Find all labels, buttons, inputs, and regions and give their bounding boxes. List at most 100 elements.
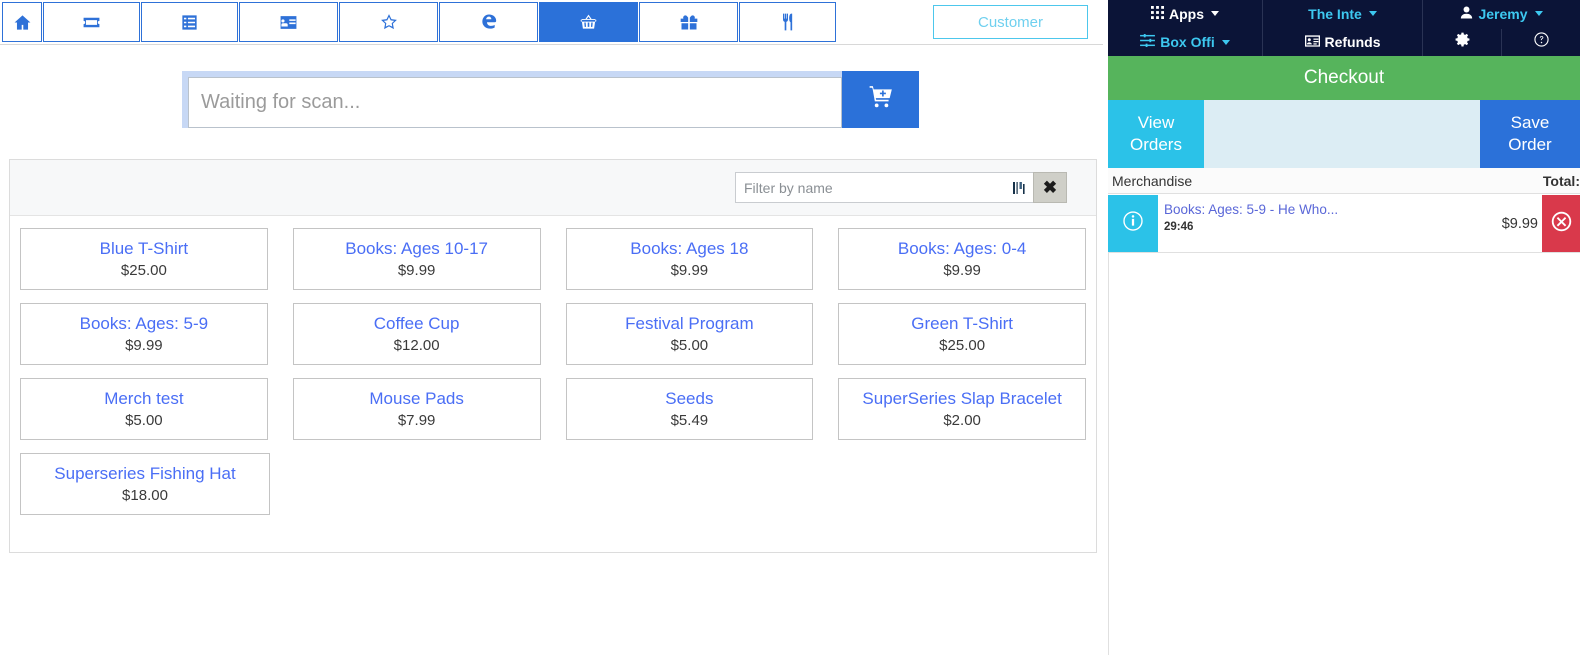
chevron-down-icon: [1534, 11, 1543, 17]
product-tile[interactable]: Seeds $5.49: [565, 378, 814, 440]
remove-item-button[interactable]: [1542, 195, 1580, 252]
barcode-icon[interactable]: [1005, 172, 1033, 203]
pos-main-region: Customer Waiting for scan... Filter by n…: [0, 0, 1108, 655]
product-tile[interactable]: Mouse Pads $7.99: [292, 378, 541, 440]
product-tile-row: Merch test $5.00 Mouse Pads $7.99 Seeds $5.49…: [20, 378, 1086, 440]
utensils-icon: [778, 12, 798, 32]
product-tile[interactable]: Coffee Cup $12.00: [292, 303, 541, 365]
tab-orders[interactable]: [141, 2, 238, 42]
tab-tickets[interactable]: [43, 2, 140, 42]
product-tile-price: $5.49: [670, 412, 709, 429]
user-menu[interactable]: Jeremy: [1423, 0, 1580, 28]
product-tile[interactable]: Books: Ages 18 $9.99: [565, 228, 814, 290]
filter-input[interactable]: [735, 172, 1005, 203]
product-tile[interactable]: Superseries Fishing Hat $18.00: [20, 453, 270, 515]
toolbar-divider: [0, 44, 1103, 45]
product-tile[interactable]: Blue T-Shirt $25.00: [20, 228, 268, 290]
gift-icon: [679, 12, 699, 32]
product-tile[interactable]: Festival Program $5.00: [565, 303, 814, 365]
product-tile-row: Blue T-Shirt $25.00 Books: Ages 10-17 $9.99…: [20, 228, 1086, 290]
cart-item-row: Books: Ages: 5-9 - He Who... 29:46 $9.99: [1108, 195, 1580, 253]
product-tile-name: Merch test: [104, 389, 184, 408]
filter-control: ✖: [735, 172, 1067, 203]
view-orders-label-line2: Orders: [1130, 135, 1182, 154]
checkout-button[interactable]: Checkout: [1108, 56, 1580, 100]
product-tile-name: Blue T-Shirt: [99, 239, 189, 258]
product-tile-name: Green T-Shirt: [911, 314, 1013, 333]
add-to-cart-button[interactable]: [842, 71, 919, 128]
product-tile-name: Superseries Fishing Hat: [54, 464, 236, 483]
organization-label: The Inte: [1308, 5, 1362, 22]
product-tile-price: $9.99: [125, 337, 163, 354]
product-tile[interactable]: Books: Ages: 5-9 $9.99: [20, 303, 268, 365]
product-tile-name: Coffee Cup: [373, 314, 460, 333]
ticket-icon: [82, 13, 101, 32]
product-tile-price: $18.00: [122, 487, 168, 504]
product-tile-row: Superseries Fishing Hat $18.00: [20, 453, 1086, 515]
basket-icon: [578, 12, 599, 33]
product-tile-name: Books: Ages: 5-9: [79, 314, 209, 333]
product-tile-price: $2.00: [943, 412, 981, 429]
organization-menu[interactable]: The Inte: [1263, 0, 1422, 28]
customer-button[interactable]: Customer: [933, 5, 1088, 39]
item-info-button[interactable]: [1108, 195, 1158, 252]
pos-screen: Customer Waiting for scan... Filter by n…: [0, 0, 1580, 655]
product-tile-row: Books: Ages: 5-9 $9.99 Coffee Cup $12.00 Fes…: [20, 303, 1086, 365]
tab-home[interactable]: [2, 2, 42, 42]
product-tile[interactable]: Green T-Shirt $25.00: [838, 303, 1086, 365]
tab-gift-cards[interactable]: [639, 2, 738, 42]
product-tile[interactable]: Books: Ages: 0-4 $9.99: [838, 228, 1086, 290]
product-tile[interactable]: Books: Ages 10-17 $9.99: [292, 228, 541, 290]
sliders-icon: [1140, 34, 1156, 50]
cart-item-title[interactable]: Books: Ages: 5-9 - He Who...: [1164, 201, 1472, 219]
cart-left-border: [1108, 195, 1109, 655]
refunds-button[interactable]: Refunds: [1263, 29, 1422, 57]
tab-members[interactable]: [239, 2, 338, 42]
refunds-label: Refunds: [1324, 34, 1381, 51]
save-order-button[interactable]: Save Order: [1480, 100, 1580, 168]
times-circle-icon: [1551, 211, 1572, 237]
tab-merchandise[interactable]: [539, 2, 638, 42]
products-panel: ✖ Blue T-Shirt $25.00 Books: Ages 10-17 $9.…: [9, 159, 1097, 553]
product-tile-price: $5.00: [670, 337, 709, 354]
product-tile[interactable]: SuperSeries Slap Bracelet $2.00: [838, 378, 1086, 440]
save-order-label-line1: Save: [1510, 113, 1550, 132]
chevron-down-icon: [1368, 11, 1377, 17]
chevron-down-icon: [1221, 39, 1230, 45]
cart-column-total: Total:: [1542, 172, 1580, 189]
help-button[interactable]: [1502, 29, 1580, 57]
product-tile-name: Books: Ages 18: [630, 239, 749, 258]
save-order-label-line2: Order: [1508, 135, 1552, 154]
cart-plus-icon: [868, 84, 894, 115]
chevron-down-icon: [1211, 11, 1219, 17]
product-tile-name: SuperSeries Slap Bracelet: [862, 389, 1062, 408]
list-icon: [180, 13, 199, 32]
product-tile-name: Seeds: [665, 389, 714, 408]
product-tile-price: $25.00: [939, 337, 986, 354]
cart-item-price: $9.99: [1501, 215, 1538, 232]
box-office-menu[interactable]: Box Offi: [1108, 29, 1262, 57]
edge-icon: [479, 12, 499, 32]
settings-button[interactable]: [1423, 28, 1502, 56]
view-orders-button[interactable]: View Orders: [1108, 100, 1204, 168]
apps-label: Apps: [1169, 5, 1204, 22]
product-tile-price: $7.99: [397, 412, 436, 429]
scan-input[interactable]: [188, 77, 842, 128]
cart-item-details: Books: Ages: 5-9 - He Who... 29:46: [1158, 195, 1472, 252]
product-tile-name: Books: Ages: 0-4: [897, 239, 1027, 258]
cart-column-headers: Merchandise Total:: [1108, 168, 1580, 194]
tab-concessions[interactable]: [739, 2, 836, 42]
home-icon: [13, 13, 32, 32]
apps-menu[interactable]: Apps: [1108, 0, 1262, 28]
id-card-icon: [1304, 34, 1320, 50]
products-panel-header: ✖: [10, 160, 1096, 216]
tab-favorites[interactable]: [339, 2, 438, 42]
cart-items-list: Books: Ages: 5-9 - He Who... 29:46 $9.99: [1108, 195, 1580, 253]
tab-exchange[interactable]: [439, 2, 538, 42]
navbar-col-apps: Apps Box Offi: [1108, 0, 1263, 56]
product-tile-price: $25.00: [120, 262, 167, 279]
box-office-label: Box Offi: [1160, 34, 1215, 51]
product-tile-name: Festival Program: [625, 314, 754, 333]
clear-filter-button[interactable]: ✖: [1033, 172, 1067, 203]
product-tile[interactable]: Merch test $5.00: [20, 378, 268, 440]
